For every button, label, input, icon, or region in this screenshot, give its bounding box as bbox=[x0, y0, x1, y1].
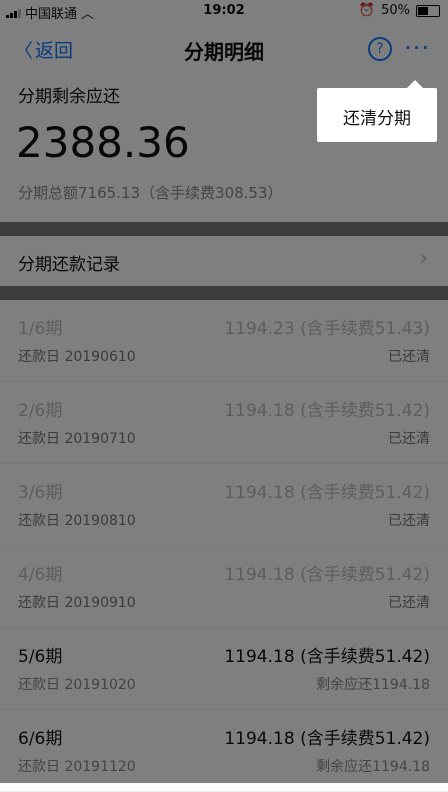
pay-off-installment-button[interactable]: 还清分期 bbox=[317, 104, 437, 129]
more-popover: 还清分期 bbox=[317, 80, 437, 142]
